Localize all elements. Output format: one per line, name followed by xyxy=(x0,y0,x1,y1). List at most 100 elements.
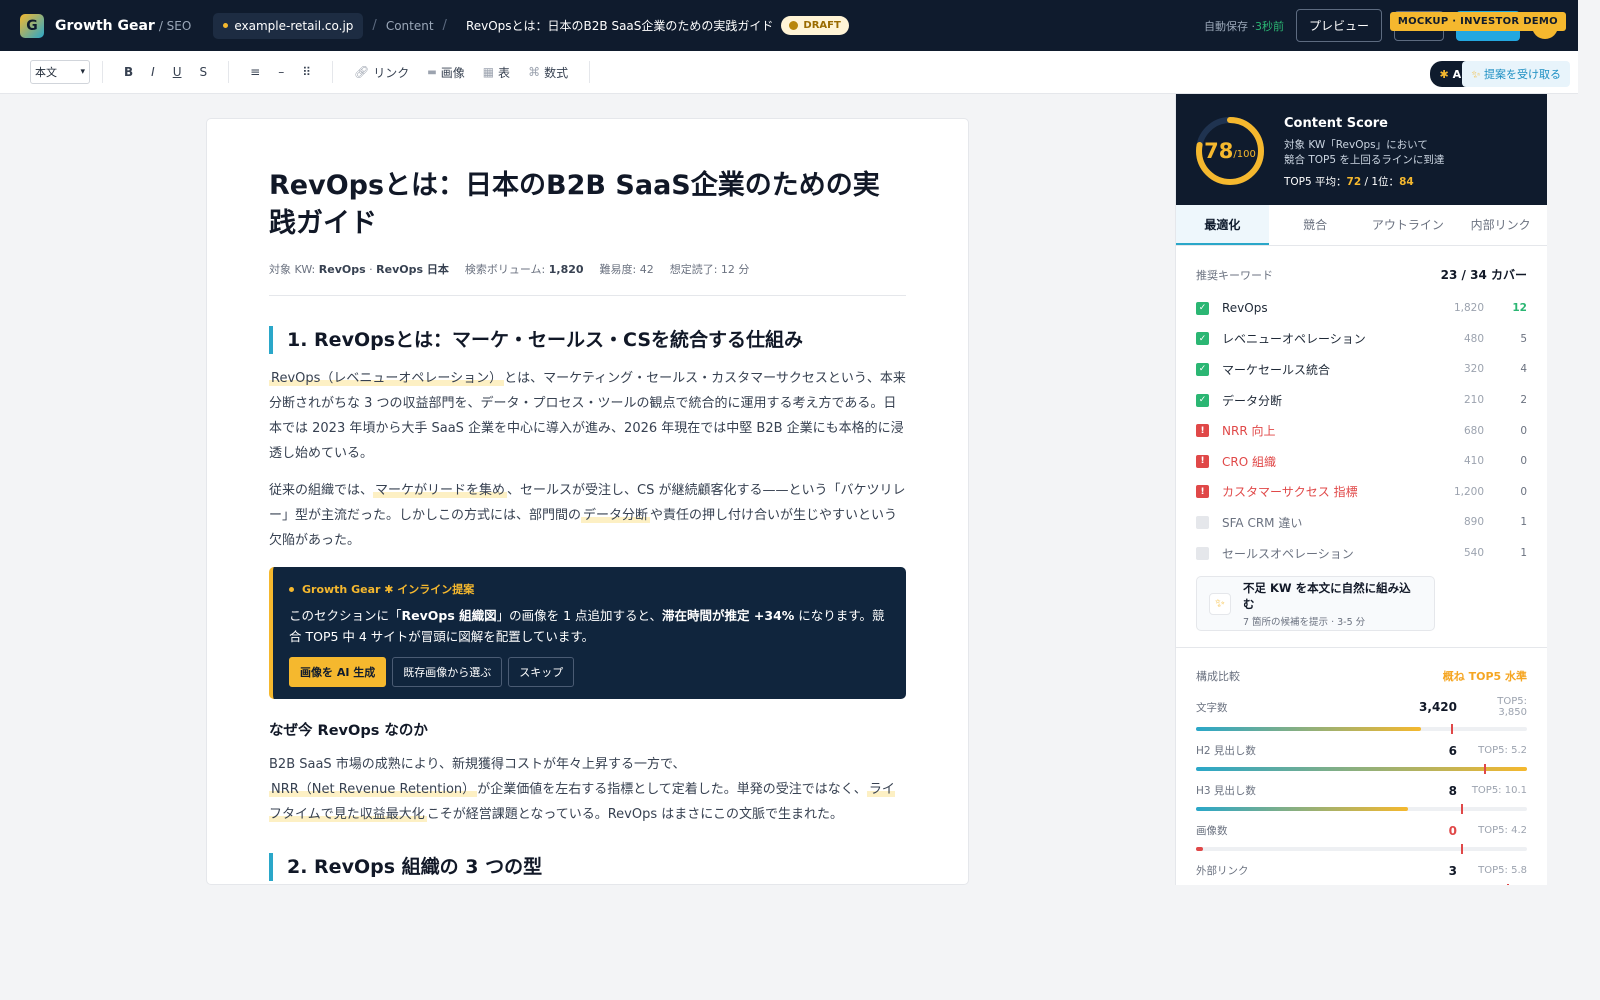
check-icon: ✓ xyxy=(1196,393,1209,407)
paragraph-text: が企業価値を左右する指標として定着した。単発の受注ではなく、 xyxy=(477,782,867,797)
breadcrumb-content[interactable]: Content xyxy=(386,19,434,33)
strikethrough-button[interactable]: S xyxy=(191,65,217,79)
keyword-row[interactable]: ✓ RevOps 1,820 12 xyxy=(1196,293,1527,324)
tab-internal-links[interactable]: 内部リンク xyxy=(1454,205,1547,245)
image-button[interactable]: ▬ 画像 xyxy=(418,64,473,81)
document-title[interactable]: RevOpsとは：日本のB2B SaaS企業のための実践ガイド xyxy=(269,167,906,243)
paragraph-text: B2B SaaS 市場の成熟により、新規獲得コストが年々上昇する一方で、 xyxy=(269,757,686,772)
sparkle-icon: ✨︎ xyxy=(1471,68,1481,81)
app-logo[interactable]: G xyxy=(20,13,44,38)
image-icon: ▬ xyxy=(427,66,437,78)
document-body[interactable]: RevOpsとは：日本のB2B SaaS企業のための実践ガイド 対象 KW: R… xyxy=(207,119,968,881)
compare-row-header: H2 見出し数 6 TOP5: 5.2 xyxy=(1196,743,1527,758)
tab-competitors[interactable]: 競合 xyxy=(1269,205,1362,245)
underline-button[interactable]: U xyxy=(164,65,191,79)
highlighted-keyword[interactable]: データ分断 xyxy=(581,508,651,523)
list-button[interactable]: ≡ xyxy=(241,65,269,79)
preview-button[interactable]: プレビュー xyxy=(1295,9,1382,42)
top5-marker xyxy=(1507,884,1510,885)
divider-button[interactable]: – xyxy=(269,65,293,79)
paragraph[interactable]: RevOps（レベニューオペレーション） とは、マーケティング・セールス・カスタマ… xyxy=(269,366,906,466)
paragraph[interactable]: 従来の組織では、 マーケがリードを集め 、セールスが受注し、CS が継続顧客化する—… xyxy=(269,478,906,553)
meta-volume: 検索ボリューム: 1,820 xyxy=(465,261,584,277)
skip-button[interactable]: スキップ xyxy=(508,657,575,687)
highlighted-keyword[interactable]: RevOps（レベニューオペレーション） xyxy=(269,371,505,386)
sparkle-icon: ✱ xyxy=(1439,68,1449,81)
keyword-count: 0 xyxy=(1520,424,1527,437)
compare-top5: TOP5: 3,850 xyxy=(1497,696,1527,719)
content-score-card: 78/100 Content Score 対象 KW「RevOps」において 競合… xyxy=(1176,94,1547,205)
keyword-row[interactable]: ✓ データ分断 210 2 xyxy=(1196,385,1527,416)
keyword-row[interactable]: ✓ レベニューオペレーション 480 5 xyxy=(1196,324,1527,355)
suggestion-text-bold: RevOps 組織図 xyxy=(401,608,497,623)
meta-kw-label: 対象 KW: xyxy=(269,263,316,276)
tab-outline[interactable]: アウトライン xyxy=(1362,205,1455,245)
alert-icon: ! xyxy=(1196,485,1209,499)
suggest-label: 提案を受け取る xyxy=(1484,68,1561,81)
compare-top5: TOP5: 10.1 xyxy=(1471,785,1527,797)
document-meta: 対象 KW: RevOps · RevOps 日本 検索ボリューム: 1,820… xyxy=(269,261,906,296)
compare-label: 文字数 xyxy=(1196,701,1228,714)
link-button[interactable]: 🔗︎ リンク xyxy=(345,64,418,81)
italic-button[interactable]: I xyxy=(142,65,164,79)
bold-button[interactable]: B xyxy=(115,65,142,79)
keyword-row[interactable]: SFA CRM 違い 890 1 xyxy=(1196,507,1527,538)
heading-2[interactable]: 1. RevOpsとは：マーケ・セールス・CSを統合する仕組み xyxy=(269,326,906,354)
compare-row-header: 外部リンク 3 TOP5: 5.8 xyxy=(1196,863,1527,878)
keyword-row[interactable]: ! NRR 向上 680 0 xyxy=(1196,415,1527,446)
score-max: /100 xyxy=(1233,148,1256,160)
formula-button[interactable]: ⌘ 数式 xyxy=(519,64,577,81)
suggestion-text: このセクションに「RevOps 組織図」の画像を 1 点追加すると、滞在時間が推… xyxy=(289,605,890,647)
keyword-volume: 320 xyxy=(1463,363,1484,376)
meta-volume-value: 1,820 xyxy=(548,263,584,276)
first-label: / 1位： xyxy=(1361,176,1400,188)
autosave-label: 自動保存 · xyxy=(1203,19,1255,33)
keywords-header: 推奨キーワード 23 / 34 カバー xyxy=(1196,266,1527,283)
meta-read-time: 想定読了: 12 分 xyxy=(669,263,750,276)
domain-switcher[interactable]: example-retail.co.jp xyxy=(213,12,364,39)
breadcrumb-separator: / xyxy=(442,18,447,33)
paragraph[interactable]: B2B SaaS 市場の成熟により、新規獲得コストが年々上昇する一方で、 NRR（… xyxy=(269,752,906,827)
heading-3[interactable]: なぜ今 RevOps なのか xyxy=(269,719,906,740)
brand-name: Growth Gear xyxy=(55,17,155,34)
keyword-name: セールスオペレーション xyxy=(1222,546,1354,561)
sparkle-icon: ✨︎ xyxy=(1209,592,1231,615)
formula-label: 数式 xyxy=(544,65,569,80)
compare-value: 6 xyxy=(1448,743,1457,758)
keyword-volume: 1,200 xyxy=(1453,485,1484,498)
highlighted-keyword[interactable]: マーケがリードを集め xyxy=(373,483,508,498)
insert-missing-keywords-card[interactable]: ✨︎ 不足 KW を本文に自然に組み込む 7 箇所の候補を提示 · 3-5 分 xyxy=(1196,576,1435,632)
compare-value: 0 xyxy=(1448,823,1457,838)
heading-2[interactable]: 2. RevOps 組織の 3 つの型 xyxy=(269,853,906,881)
toolbar-divider xyxy=(228,61,230,83)
highlighted-keyword[interactable]: NRR（Net Revenue Retention） xyxy=(269,782,478,797)
drag-handle-button[interactable]: ⠿ xyxy=(293,65,320,79)
block-type-select[interactable]: 本文 ▾ xyxy=(30,60,90,84)
table-button[interactable]: ▦ 表 xyxy=(474,64,519,81)
compare-row: 画像数 0 TOP5: 4.2 xyxy=(1196,823,1527,855)
meta-volume-label: 検索ボリューム: xyxy=(464,263,546,276)
keyword-row[interactable]: ✓ マーケセールス統合 320 4 xyxy=(1196,354,1527,385)
avg-value: 72 xyxy=(1346,176,1362,188)
breadcrumb-separator: / xyxy=(372,18,377,33)
top5-marker xyxy=(1460,844,1463,855)
insert-card-text: 不足 KW を本文に自然に組み込む 7 箇所の候補を提示 · 3-5 分 xyxy=(1243,580,1422,628)
compare-bar xyxy=(1196,804,1527,815)
ai-generate-image-button[interactable]: 画像を AI 生成 xyxy=(289,657,387,687)
tab-optimize[interactable]: 最適化 xyxy=(1176,205,1269,245)
keyword-count: 1 xyxy=(1520,547,1527,560)
score-number: 78 xyxy=(1204,139,1234,163)
compare-bar xyxy=(1196,764,1527,775)
compare-bar-fill xyxy=(1196,847,1203,852)
keyword-row[interactable]: セールスオペレーション 540 1 xyxy=(1196,538,1527,569)
choose-existing-image-button[interactable]: 既存画像から選ぶ xyxy=(392,657,503,687)
keyword-volume: 1,820 xyxy=(1453,302,1484,315)
keyword-row[interactable]: ! CRO 組織 410 0 xyxy=(1196,446,1527,477)
get-suggestions-button[interactable]: ✨︎ 提案を受け取る xyxy=(1462,61,1570,87)
compare-row: 文字数 3,420 TOP5: 3,850 xyxy=(1196,696,1527,735)
suggestion-dot-icon xyxy=(289,586,294,592)
structure-compare-section: 構成比較 概ね TOP5 水準 文字数 3,420 TOP5: 3,850 H2 見出… xyxy=(1176,648,1547,885)
domain-dot-icon xyxy=(223,23,229,28)
compare-row-header: 画像数 0 TOP5: 4.2 xyxy=(1196,823,1527,838)
keyword-row[interactable]: ! カスタマーサクセス 指標 1,200 0 xyxy=(1196,477,1527,508)
